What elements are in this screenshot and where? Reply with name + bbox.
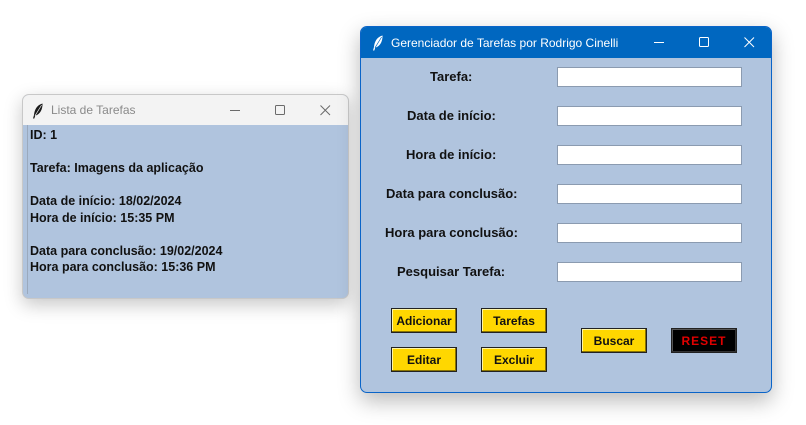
feather-icon: [32, 103, 44, 119]
list-line-due-time: Hora para conclusão: 15:36 PM: [30, 260, 216, 274]
due-time-input[interactable]: [557, 223, 742, 243]
list-line-id: ID: 1: [30, 128, 58, 142]
list-line-start-time: Hora de início: 15:35 PM: [30, 210, 175, 225]
tasks-button[interactable]: Tarefas: [481, 308, 547, 333]
task-list-window[interactable]: Lista de Tarefas ID: 1 Tarefa: Imagens d…: [22, 94, 349, 299]
task-list-text: ID: 1 Tarefa: Imagens da aplicação Data …: [27, 125, 346, 294]
main-window-title: Gerenciador de Tarefas por Rodrigo Cinel…: [391, 36, 619, 50]
add-button[interactable]: Adicionar: [391, 308, 457, 333]
close-icon[interactable]: [302, 95, 348, 125]
delete-button[interactable]: Excluir: [481, 347, 547, 372]
search-task-input[interactable]: [557, 262, 742, 282]
feather-icon: [372, 35, 384, 51]
reset-button[interactable]: RESET: [671, 328, 737, 353]
task-label: Tarefa:: [430, 69, 473, 84]
start-date-input[interactable]: [557, 106, 742, 126]
minimize-icon[interactable]: [636, 27, 682, 58]
minimize-icon[interactable]: [212, 95, 258, 125]
due-date-input[interactable]: [557, 184, 742, 204]
list-line-start-date: Data de início: 18/02/2024: [30, 194, 182, 208]
list-window-titlebar[interactable]: Lista de Tarefas: [23, 95, 348, 125]
task-input[interactable]: [557, 67, 742, 87]
due-time-label: Hora para conclusão:: [385, 225, 518, 240]
list-window-title: Lista de Tarefas: [51, 103, 136, 117]
search-task-label: Pesquisar Tarefa:: [397, 264, 506, 279]
due-date-label: Data para conclusão:: [386, 186, 518, 201]
start-date-label: Data de início:: [407, 108, 496, 123]
search-button[interactable]: Buscar: [581, 328, 647, 353]
start-time-input[interactable]: [557, 145, 742, 165]
list-line-task: Tarefa: Imagens da aplicação: [30, 161, 204, 175]
list-line-due-date: Data para conclusão: 19/02/2024: [30, 243, 223, 258]
start-time-label: Hora de início:: [406, 147, 497, 162]
close-icon[interactable]: [726, 27, 771, 58]
task-manager-window[interactable]: Gerenciador de Tarefas por Rodrigo Cinel…: [360, 26, 772, 393]
maximize-icon[interactable]: [681, 27, 727, 58]
maximize-icon[interactable]: [257, 95, 303, 125]
edit-button[interactable]: Editar: [391, 347, 457, 372]
main-window-titlebar[interactable]: Gerenciador de Tarefas por Rodrigo Cinel…: [361, 27, 771, 58]
